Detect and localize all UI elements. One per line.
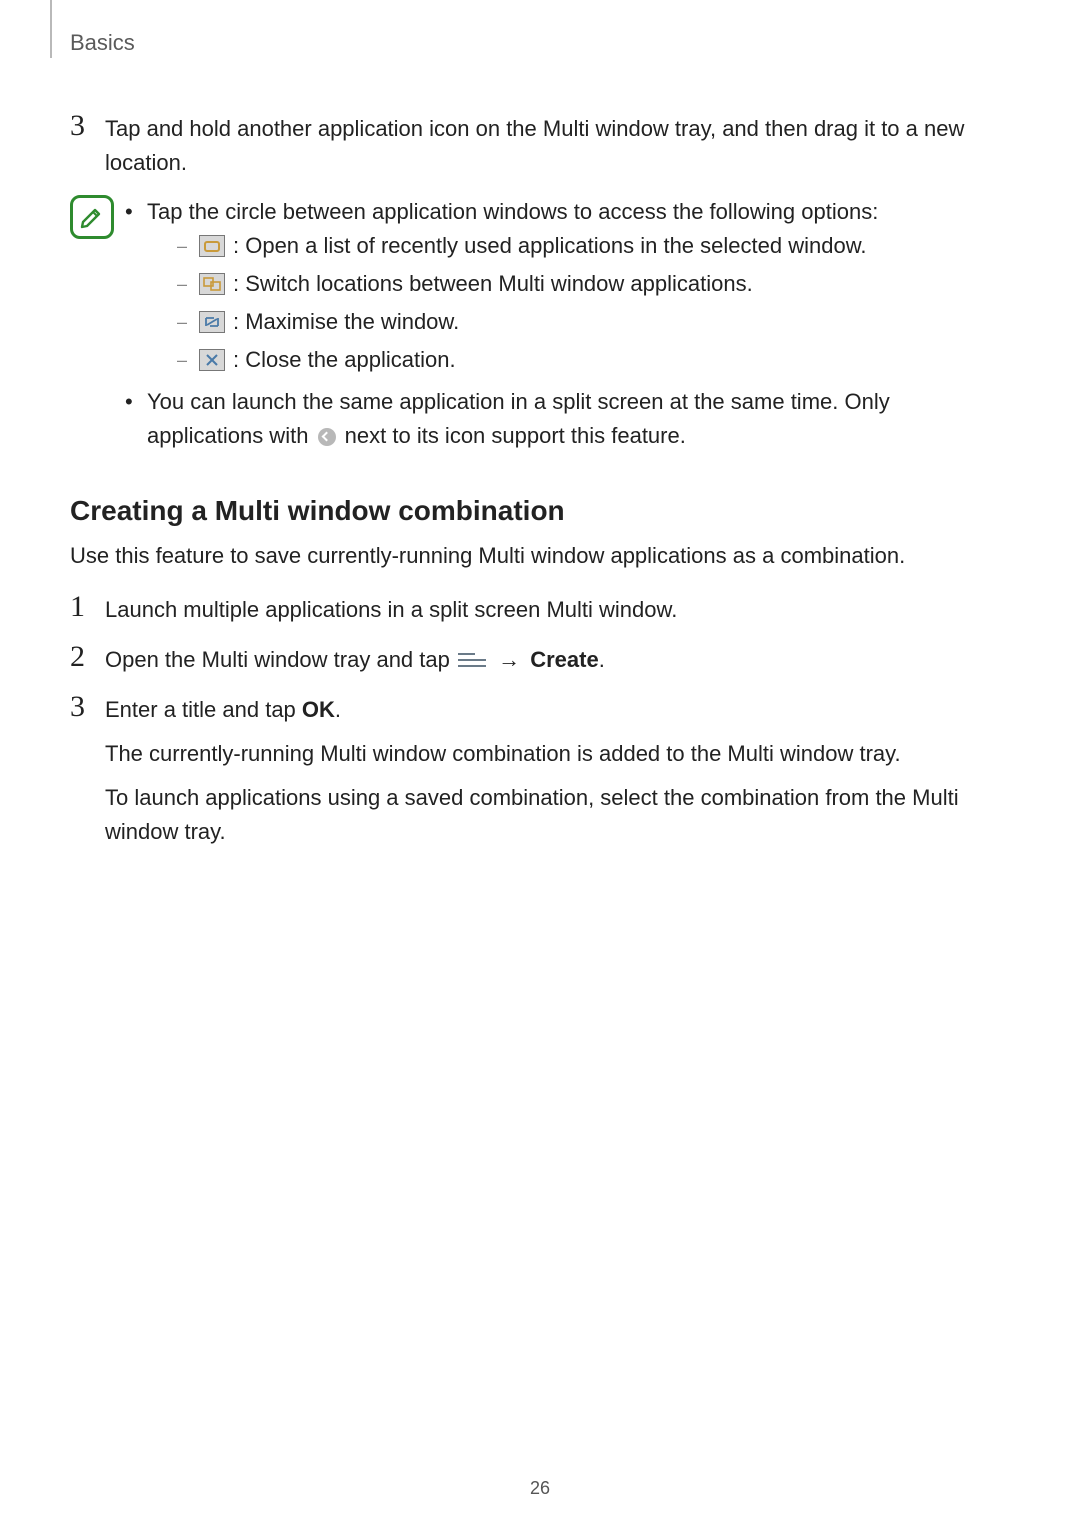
multi-support-badge-icon [318,428,336,446]
bullet-text: Tap the circle between application windo… [147,195,1010,381]
step-number: 1 [70,591,105,627]
option-body: : Switch locations between Multi window … [199,267,1010,301]
step-text: Tap and hold another application icon on… [105,110,1010,180]
step2-before: Open the Multi window tray and tap [105,647,456,672]
note-icon-wrap [70,195,125,457]
step3-line1-before: Enter a title and tap [105,697,302,722]
maximise-icon [199,311,225,333]
dash-icon: – [177,343,199,377]
dash-icon: – [177,305,199,339]
step-3-top: 3 Tap and hold another application icon … [70,110,1010,180]
header-divider [50,0,52,58]
subsection-heading: Creating a Multi window combination [70,495,1010,527]
recent-apps-icon [199,235,225,257]
step2-after: . [599,647,605,672]
step3-line1-after: . [335,697,341,722]
option-switch-text: : Switch locations between Multi window … [233,267,753,301]
note-block: • Tap the circle between application win… [70,195,1010,457]
option-recent-text: : Open a list of recently used applicati… [233,229,866,263]
note-bullet-1-text: Tap the circle between application windo… [147,199,878,224]
arrow-icon: → [498,647,520,672]
bullet-icon: • [125,195,147,381]
create-label: Create [530,647,598,672]
option-close-text: : Close the application. [233,343,456,377]
option-recent-apps: – : Open a list of recently used applica… [147,229,1010,263]
manual-page: Basics 3 Tap and hold another applicatio… [0,0,1080,1527]
bullet-text: You can launch the same application in a… [147,385,1010,453]
step-number: 2 [70,641,105,677]
step-1: 1 Launch multiple applications in a spli… [70,591,1010,627]
option-body: : Maximise the window. [199,305,1010,339]
close-icon [199,349,225,371]
dash-icon: – [177,229,199,263]
step-number: 3 [70,110,105,180]
option-max-text: : Maximise the window. [233,305,459,339]
switch-windows-icon [199,273,225,295]
page-number: 26 [0,1478,1080,1499]
note-pencil-icon [70,195,114,239]
step-text: Launch multiple applications in a split … [105,591,1010,627]
step-3: 3 Enter a title and tap OK. The currentl… [70,691,1010,849]
note-body: • Tap the circle between application win… [125,195,1010,457]
option-body: : Open a list of recently used applicati… [199,229,1010,263]
dash-icon: – [177,267,199,301]
step3-para2: The currently-running Multi window combi… [105,737,1010,771]
note-bullet-2: • You can launch the same application in… [125,385,1010,453]
page-content: 3 Tap and hold another application icon … [70,30,1010,849]
bullet-icon: • [125,385,147,453]
step-text: Open the Multi window tray and tap → Cre… [105,641,1010,677]
option-maximise: – : Maximise the window. [147,305,1010,339]
subsection-intro: Use this feature to save currently-runni… [70,539,1010,573]
section-header: Basics [70,30,135,56]
ok-label: OK [302,697,335,722]
option-body: : Close the application. [199,343,1010,377]
menu-more-icon [458,653,486,669]
step3-para3: To launch applications using a saved com… [105,781,1010,849]
option-close: – : Close the application. [147,343,1010,377]
step-text: Enter a title and tap OK. The currently-… [105,691,1010,849]
step-number: 3 [70,691,105,849]
option-switch: – : Switch locations between Multi windo… [147,267,1010,301]
step-2: 2 Open the Multi window tray and tap → C… [70,641,1010,677]
note-bullet-2-after: next to its icon support this feature. [339,423,686,448]
note-bullet-1: • Tap the circle between application win… [125,195,1010,381]
